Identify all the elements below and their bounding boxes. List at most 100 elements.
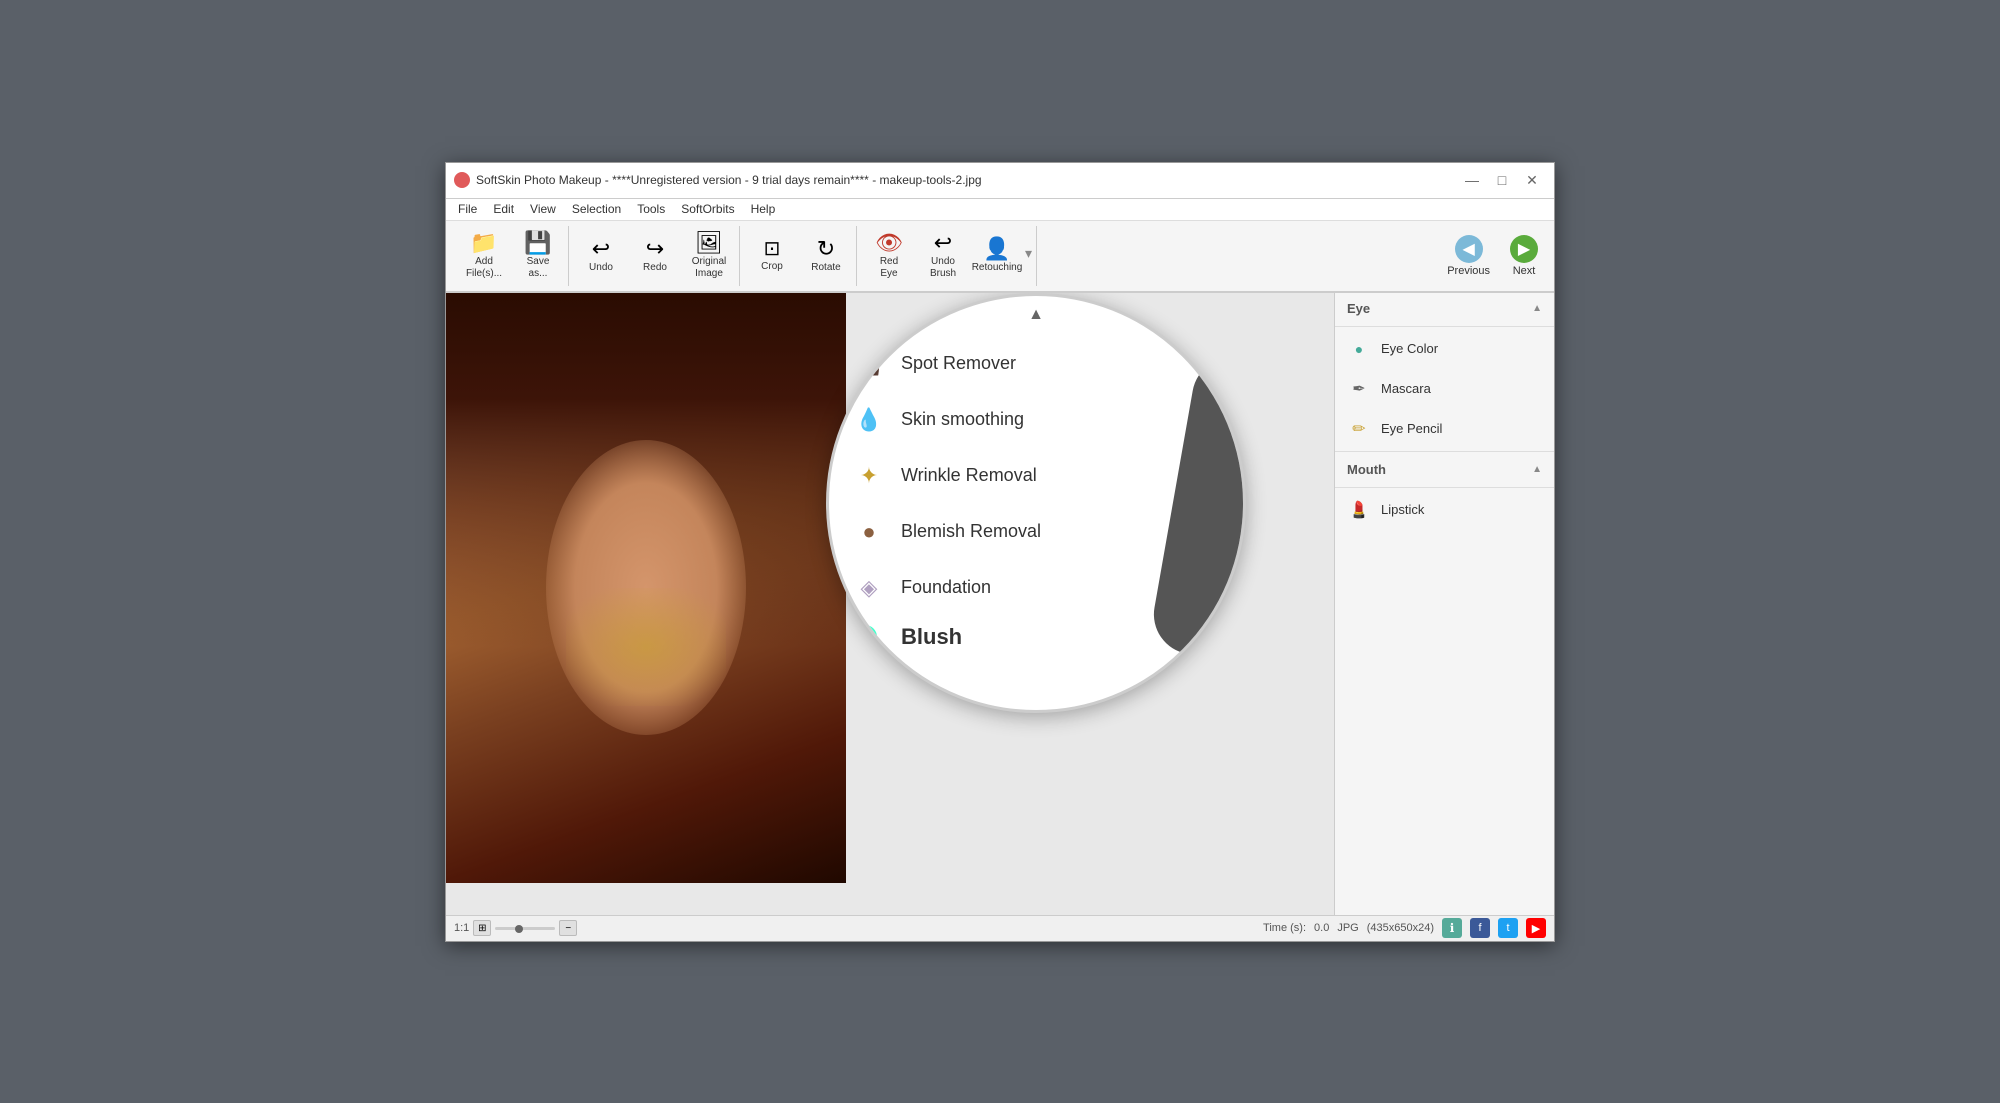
undo-icon: ↩ <box>592 238 610 260</box>
time-value: 0.0 <box>1314 922 1329 934</box>
original-image-button[interactable]: 🖼 OriginalImage <box>683 228 735 284</box>
add-files-button[interactable]: 📁 AddFile(s)... <box>458 228 510 284</box>
retouching-button[interactable]: 👤 Retouching <box>971 228 1023 284</box>
red-eye-icon: 👁 <box>875 232 903 254</box>
title-bar-text: SoftSkin Photo Makeup - ****Unregistered… <box>476 173 1458 187</box>
menu-selection[interactable]: Selection <box>564 200 629 218</box>
retouching-icon: 👤 <box>983 238 1010 260</box>
more-tools-icon[interactable]: ▾ <box>1025 245 1032 262</box>
rotate-icon: ↻ <box>817 238 835 260</box>
maximize-button[interactable]: □ <box>1488 169 1516 191</box>
blemish-removal-label: Blemish Removal <box>901 521 1041 542</box>
title-bar: SoftSkin Photo Makeup - ****Unregistered… <box>446 163 1554 199</box>
toolbar-group-history: ↩ Undo ↪ Redo 🖼 OriginalImage <box>571 226 740 286</box>
app-window: SoftSkin Photo Makeup - ****Unregistered… <box>445 162 1555 942</box>
zoom-spot-remover-item[interactable]: 👩 Spot Remover <box>829 336 1243 392</box>
previous-label: Previous <box>1447 265 1490 277</box>
save-as-icon: 💾 <box>524 232 551 254</box>
mouth-section-arrow: ▲ <box>1532 464 1542 475</box>
eye-section-label: Eye <box>1347 301 1370 316</box>
rotate-button[interactable]: ↻ Rotate <box>800 228 852 284</box>
toolbar-group-files: 📁 AddFile(s)... 💾 Saveas... <box>454 226 569 286</box>
eye-pencil-label: Eye Pencil <box>1381 421 1442 436</box>
redo-icon: ↪ <box>646 238 664 260</box>
blemish-removal-icon: ● <box>853 516 885 548</box>
image-area[interactable]: ✕ ▲ 👩 Spot Remover 💧 Skin smoothing ✦ Wr… <box>446 293 1334 915</box>
menu-file[interactable]: File <box>450 200 485 218</box>
eye-color-item[interactable]: ● Eye Color <box>1335 329 1554 369</box>
panel-divider-3 <box>1335 487 1554 488</box>
undo-button[interactable]: ↩ Undo <box>575 228 627 284</box>
foundation-label: Foundation <box>901 577 991 598</box>
zoom-slider[interactable] <box>495 927 555 930</box>
add-files-icon: 📁 <box>470 232 497 254</box>
next-button[interactable]: ▶ Next <box>1502 231 1546 281</box>
zoom-close-button[interactable]: ✕ <box>1213 304 1235 326</box>
original-image-label: OriginalImage <box>692 256 726 280</box>
lipstick-item[interactable]: 💄 Lipstick <box>1335 490 1554 530</box>
zoom-circle-overlay: ✕ ▲ 👩 Spot Remover 💧 Skin smoothing ✦ Wr… <box>826 293 1246 713</box>
next-arrow-icon: ▶ <box>1510 235 1538 263</box>
lipstick-icon: 💄 <box>1347 498 1371 522</box>
zoom-skin-smoothing-item[interactable]: 💧 Skin smoothing <box>829 392 1243 448</box>
toolbar-group-tools: 👁 RedEye ↩ UndoBrush 👤 Retouching ▾ <box>859 226 1037 286</box>
photo-container <box>446 293 846 915</box>
undo-label: Undo <box>589 262 613 274</box>
save-as-label: Saveas... <box>527 256 550 280</box>
time-label: Time (s): <box>1263 922 1306 934</box>
mouth-section-label: Mouth <box>1347 462 1386 477</box>
facebook-icon[interactable]: f <box>1470 918 1490 938</box>
format-label: JPG <box>1337 922 1358 934</box>
toolbar-group-transform: ⊡ Crop ↻ Rotate <box>742 226 857 286</box>
dimensions-label: (435x650x24) <box>1367 922 1434 934</box>
previous-button[interactable]: ◀ Previous <box>1439 231 1498 281</box>
mouth-section-header[interactable]: Mouth ▲ <box>1335 454 1554 485</box>
navigation-buttons: ◀ Previous ▶ Next <box>1439 231 1546 281</box>
zoom-out-button[interactable]: − <box>559 920 577 936</box>
eye-pencil-item[interactable]: ✏ Eye Pencil <box>1335 409 1554 449</box>
zoom-level: 1:1 <box>454 922 469 934</box>
undo-brush-label: UndoBrush <box>930 256 956 280</box>
save-as-button[interactable]: 💾 Saveas... <box>512 228 564 284</box>
youtube-icon[interactable]: ▶ <box>1526 918 1546 938</box>
info-icon[interactable]: ℹ <box>1442 918 1462 938</box>
spot-remover-icon: 👩 <box>853 348 885 380</box>
crop-button[interactable]: ⊡ Crop <box>746 228 798 284</box>
mascara-item[interactable]: ✒ Mascara <box>1335 369 1554 409</box>
crop-label: Crop <box>761 261 783 273</box>
menu-bar: File Edit View Selection Tools SoftOrbit… <box>446 199 1554 221</box>
zoom-fit-button[interactable]: ⊞ <box>473 920 491 936</box>
red-eye-label: RedEye <box>880 256 898 280</box>
eye-color-label: Eye Color <box>1381 341 1438 356</box>
menu-help[interactable]: Help <box>743 200 784 218</box>
spot-remover-label: Spot Remover <box>901 353 1016 374</box>
app-icon <box>454 172 470 188</box>
close-button[interactable]: ✕ <box>1518 169 1546 191</box>
zoom-scroll-up-icon[interactable]: ▲ <box>1028 306 1044 324</box>
skin-smoothing-icon: 💧 <box>853 404 885 436</box>
foundation-icon: ◈ <box>853 572 885 604</box>
panel-divider-1 <box>1335 326 1554 327</box>
rotate-label: Rotate <box>811 262 840 274</box>
wrinkle-removal-label: Wrinkle Removal <box>901 465 1037 486</box>
red-eye-button[interactable]: 👁 RedEye <box>863 228 915 284</box>
eye-section-header[interactable]: Eye ▲ <box>1335 293 1554 324</box>
mascara-icon: ✒ <box>1347 377 1371 401</box>
right-panel: Eye ▲ ● Eye Color ✒ Mascara ✏ Eye Pencil… <box>1334 293 1554 915</box>
jewelry-overlay <box>566 588 726 706</box>
main-content: ✕ ▲ 👩 Spot Remover 💧 Skin smoothing ✦ Wr… <box>446 293 1554 915</box>
undo-brush-button[interactable]: ↩ UndoBrush <box>917 228 969 284</box>
crop-icon: ⊡ <box>764 239 781 259</box>
redo-button[interactable]: ↪ Redo <box>629 228 681 284</box>
photo-background <box>446 293 846 883</box>
menu-softorbits[interactable]: SoftOrbits <box>673 200 742 218</box>
minimize-button[interactable]: — <box>1458 169 1486 191</box>
menu-edit[interactable]: Edit <box>485 200 522 218</box>
undo-brush-icon: ↩ <box>934 232 952 254</box>
status-right: Time (s): 0.0 JPG (435x650x24) ℹ f t ▶ <box>1263 918 1546 938</box>
zoom-handle <box>515 925 523 933</box>
blush-label: Blush <box>901 624 962 650</box>
menu-view[interactable]: View <box>522 200 564 218</box>
menu-tools[interactable]: Tools <box>629 200 673 218</box>
twitter-icon[interactable]: t <box>1498 918 1518 938</box>
